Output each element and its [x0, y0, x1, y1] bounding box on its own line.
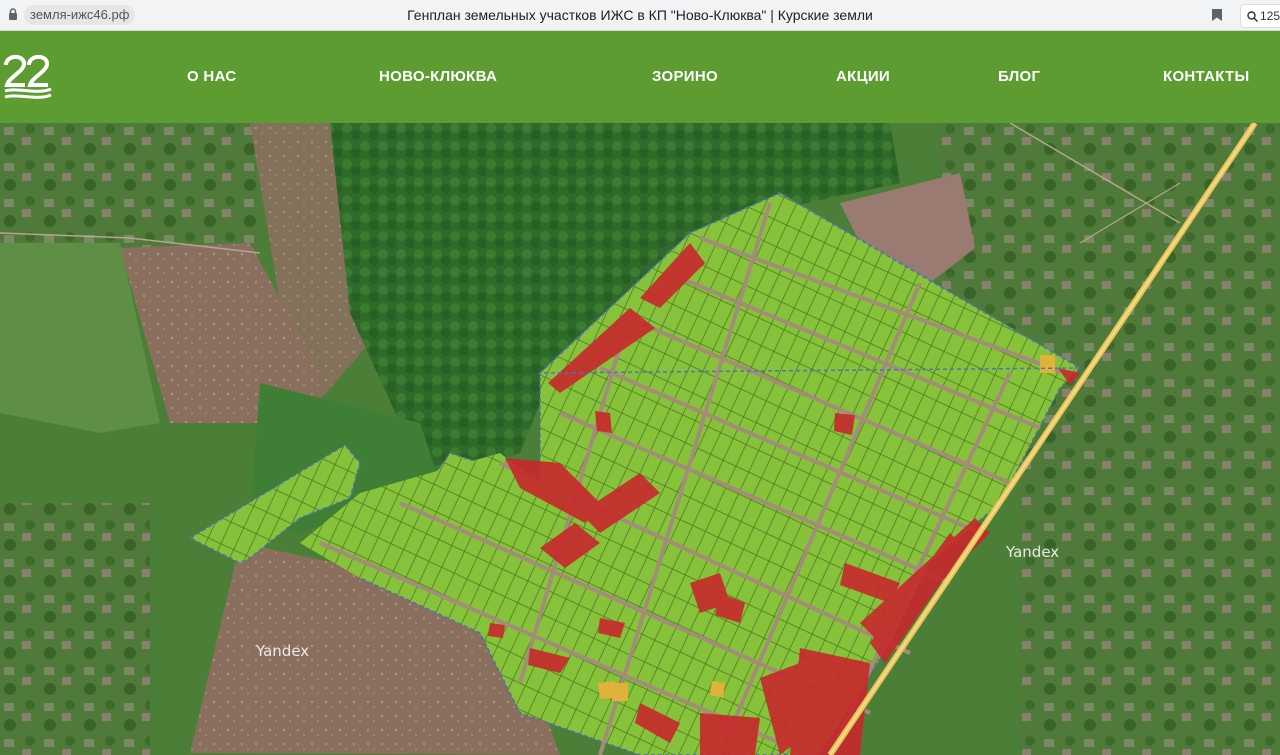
page-title: Генплан земельных участков ИЖС в КП "Нов… — [407, 7, 873, 23]
nav-blog[interactable]: БЛОГ — [998, 31, 1040, 123]
satellite-plan-svg — [0, 123, 1280, 755]
zoom-value: 125 — [1260, 9, 1280, 23]
bookmark-icon[interactable] — [1211, 8, 1223, 22]
logo[interactable] — [3, 51, 53, 103]
yandex-watermark: Yandex — [256, 642, 310, 660]
nav-about[interactable]: О НАС — [187, 31, 236, 123]
site-header: О НАС НОВО-КЛЮКВА ЗОРИНО АКЦИИ БЛОГ КОНТ… — [0, 31, 1280, 123]
yandex-watermark: Yandex — [1006, 543, 1060, 561]
nav-contacts[interactable]: КОНТАКТЫ — [1163, 31, 1249, 123]
village-sw — [0, 503, 150, 755]
nav-novo-klyukva[interactable]: НОВО-КЛЮКВА — [379, 31, 497, 123]
browser-toolbar: земля-ижс46.рф Генплан земельных участко… — [0, 0, 1280, 31]
village-nw — [0, 123, 260, 253]
nav-promotions[interactable]: АКЦИИ — [836, 31, 890, 123]
nav-zorino[interactable]: ЗОРИНО — [652, 31, 718, 123]
site-plan-map[interactable]: Yandex Yandex — [0, 123, 1280, 755]
zoom-icon — [1247, 11, 1259, 23]
zoom-indicator[interactable]: 125 — [1240, 4, 1280, 28]
